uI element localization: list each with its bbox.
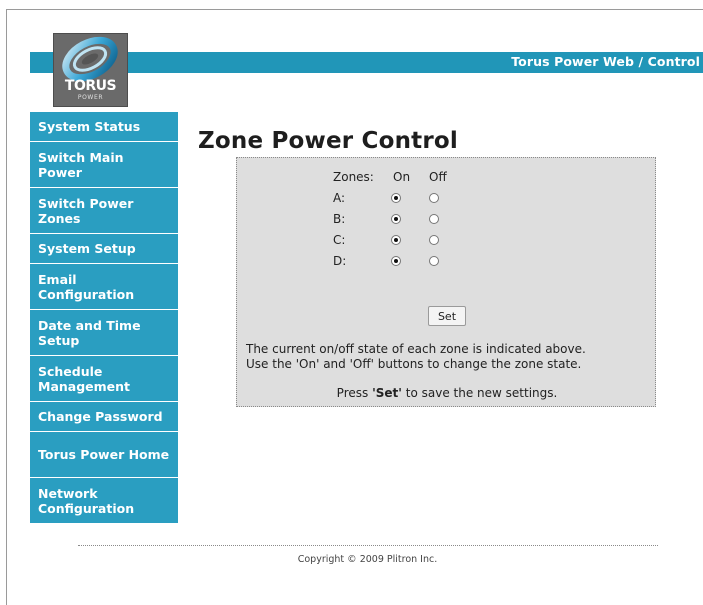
press-suffix: to save the new settings. (401, 386, 558, 400)
zone-label-c: C: (333, 233, 346, 247)
set-button[interactable]: Set (428, 306, 466, 326)
zone-d-on-radio[interactable] (391, 254, 401, 269)
page-frame-left (6, 9, 7, 605)
header-title: Torus Power Web / Control (511, 54, 700, 69)
sidebar-item-system-setup[interactable]: System Setup (30, 234, 178, 264)
zone-control-panel: Zones: On Off A: B: C: D: Set The curren… (236, 157, 656, 407)
info-line-1: The current on/off state of each zone is… (246, 342, 586, 356)
page-frame-top (6, 9, 703, 10)
sidebar-item-switch-power-zones[interactable]: Switch Power Zones (30, 188, 178, 234)
zone-a-on-radio[interactable] (391, 191, 401, 206)
sidebar-item-schedule-management[interactable]: Schedule Management (30, 356, 178, 402)
copyright-text: Copyright © 2009 Plitron Inc. (297, 554, 438, 565)
zone-b-on-radio[interactable] (391, 212, 401, 227)
sidebar-item-system-status[interactable]: System Status (30, 112, 178, 142)
zone-label-b: B: (333, 212, 346, 226)
zone-c-on-radio[interactable] (391, 233, 401, 248)
zone-a-off-radio[interactable] (429, 191, 439, 206)
sidebar-item-email-configuration[interactable]: Email Configuration (30, 264, 178, 310)
info-text: The current on/off state of each zone is… (246, 342, 651, 372)
zone-c-off-radio[interactable] (429, 233, 439, 248)
zone-d-off-radio[interactable] (429, 254, 439, 269)
sidebar-item-change-password[interactable]: Change Password (30, 402, 178, 432)
logo-text: TORUS (64, 78, 117, 94)
sidebar-item-switch-main-power[interactable]: Switch Main Power (30, 142, 178, 188)
zone-b-off-radio[interactable] (429, 212, 439, 227)
sidebar-nav: System Status Switch Main Power Switch P… (30, 112, 178, 524)
info-line-2: Use the 'On' and 'Off' buttons to change… (246, 357, 582, 371)
sidebar-item-network-configuration[interactable]: Network Configuration (30, 478, 178, 524)
press-set-bold: 'Set' (372, 386, 402, 400)
sidebar-item-torus-power-home[interactable]: Torus Power Home (30, 432, 178, 478)
press-prefix: Press (336, 386, 373, 400)
logo-subtext: POWER (77, 94, 104, 101)
zones-header: Zones: (333, 170, 374, 184)
press-set-instruction: Press 'Set' to save the new settings. (237, 386, 657, 400)
zone-label-d: D: (333, 254, 347, 268)
header-bar: Torus Power Web / Control (30, 52, 703, 73)
page-title: Zone Power Control (198, 128, 458, 155)
off-header: Off (429, 170, 447, 184)
footer-divider (78, 545, 658, 546)
on-header: On (393, 170, 411, 184)
sidebar-item-date-time-setup[interactable]: Date and Time Setup (30, 310, 178, 356)
torus-logo-icon: TORUS POWER (53, 33, 128, 107)
zone-label-a: A: (333, 191, 346, 205)
